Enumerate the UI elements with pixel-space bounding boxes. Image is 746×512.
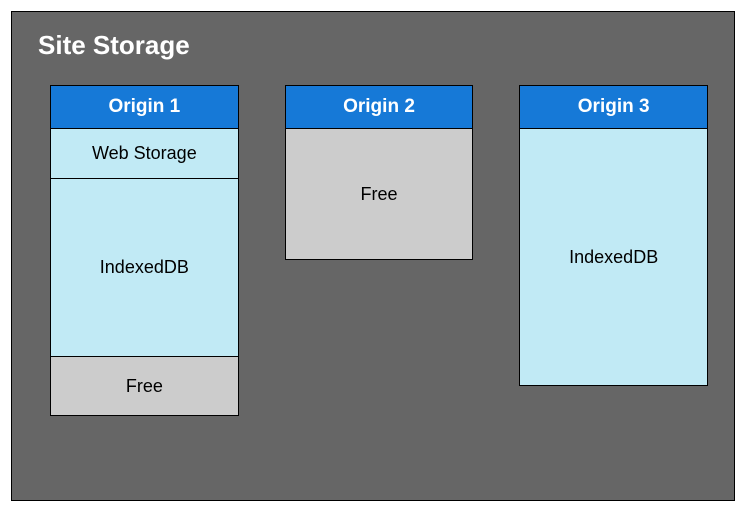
segment-free: Free xyxy=(51,357,238,415)
origins-row: Origin 1 Web Storage IndexedDB Free Orig… xyxy=(38,85,708,416)
segment-indexeddb: IndexedDB xyxy=(51,179,238,357)
segment-web-storage: Web Storage xyxy=(51,129,238,179)
segment-indexeddb: IndexedDB xyxy=(520,129,707,385)
origin-box-3: Origin 3 IndexedDB xyxy=(519,85,708,386)
diagram-title: Site Storage xyxy=(38,30,708,61)
origin-box-1: Origin 1 Web Storage IndexedDB Free xyxy=(50,85,239,416)
origin-header: Origin 3 xyxy=(520,86,707,129)
segment-free: Free xyxy=(286,129,473,259)
origin-header: Origin 1 xyxy=(51,86,238,129)
site-storage-diagram: Site Storage Origin 1 Web Storage Indexe… xyxy=(11,11,735,501)
origin-header: Origin 2 xyxy=(286,86,473,129)
origin-box-2: Origin 2 Free xyxy=(285,85,474,260)
